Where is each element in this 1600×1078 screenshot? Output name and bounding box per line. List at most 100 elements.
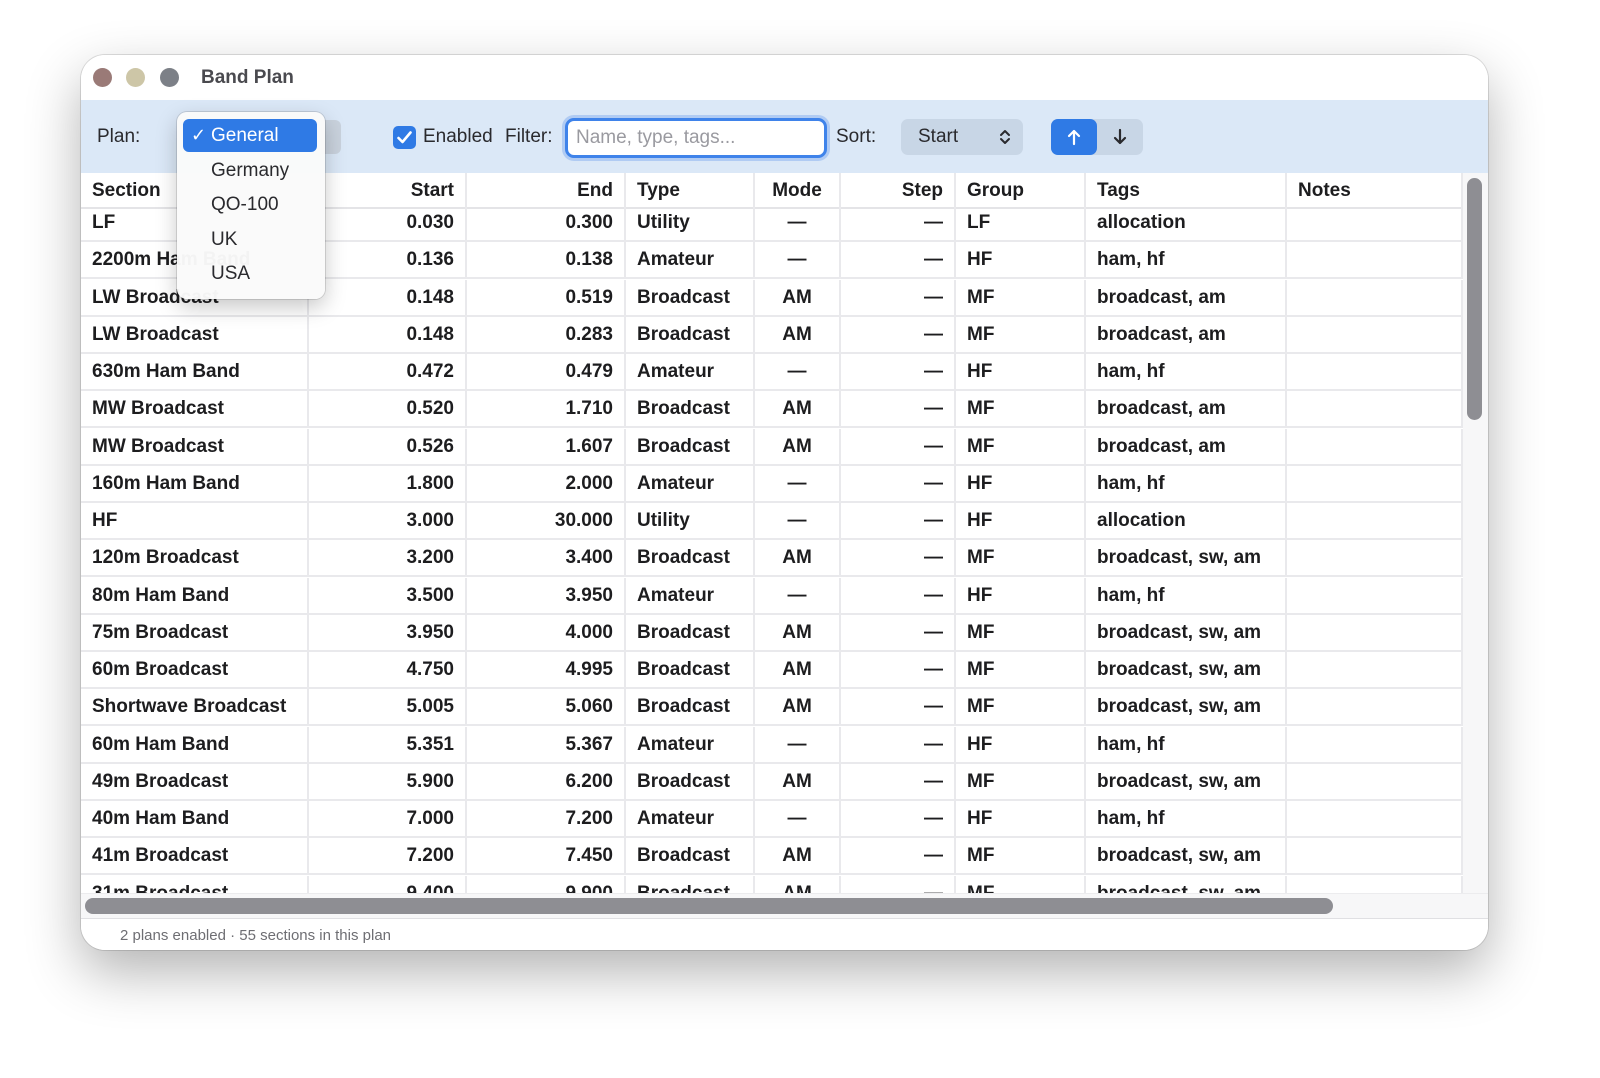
table-row[interactable]: 31m Broadcast 9.400 9.900 Broadcast AM — MF bro…: [81, 875, 1463, 893]
table-row[interactable]: HF 3.000 30.000 Utility — — HF allocation: [81, 503, 1463, 540]
cell-notes: [1287, 540, 1463, 576]
cell-notes: [1287, 428, 1463, 464]
cell-mode: AM: [755, 763, 841, 799]
cell-section: 31m Broadcast: [81, 875, 309, 893]
cell-start: 3.200: [309, 540, 467, 576]
cell-tags: allocation: [1086, 205, 1287, 240]
cell-notes: [1287, 242, 1463, 278]
plan-option-label: Germany: [211, 159, 290, 181]
cell-type: Broadcast: [626, 763, 755, 799]
cell-tags: ham, hf: [1086, 577, 1287, 613]
sort-select[interactable]: Start: [901, 119, 1023, 155]
cell-group: HF: [956, 503, 1086, 538]
column-header-mode[interactable]: Mode: [755, 173, 841, 207]
table-row[interactable]: 160m Ham Band 1.800 2.000 Amateur — — HF ham, h…: [81, 465, 1463, 503]
cell-tags: ham, hf: [1086, 801, 1287, 836]
cell-tags: broadcast, sw, am: [1086, 838, 1287, 874]
cell-tags: ham, hf: [1086, 354, 1287, 389]
table-row[interactable]: MW Broadcast 0.526 1.607 Broadcast AM — MF broa…: [81, 428, 1463, 466]
sort-ascending-button[interactable]: [1051, 119, 1097, 155]
column-header-start[interactable]: Start: [309, 173, 467, 207]
cell-mode: AM: [755, 838, 841, 874]
cell-type: Amateur: [626, 726, 755, 762]
cell-start: 0.136: [309, 242, 467, 278]
plan-option-general[interactable]: ✓ General: [183, 119, 317, 152]
cell-group: MF: [956, 428, 1086, 464]
table-row[interactable]: 80m Ham Band 3.500 3.950 Amateur — — HF ham, hf: [81, 577, 1463, 615]
plan-option-qo-100[interactable]: QO-100: [183, 188, 317, 221]
cell-notes: [1287, 205, 1463, 240]
cell-notes: [1287, 838, 1463, 874]
cell-group: HF: [956, 577, 1086, 613]
cell-section: 49m Broadcast: [81, 763, 309, 799]
cell-group: MF: [956, 316, 1086, 352]
filter-input[interactable]: [565, 118, 827, 158]
table-row[interactable]: Shortwave Broadcast 5.005 5.060 Broadcast AM…: [81, 689, 1463, 727]
cell-start: 0.148: [309, 316, 467, 352]
column-header-notes[interactable]: Notes: [1287, 173, 1463, 207]
table-row[interactable]: 60m Ham Band 5.351 5.367 Amateur — — HF ham, hf: [81, 726, 1463, 764]
table-row[interactable]: 630m Ham Band 0.472 0.479 Amateur — — HF ham, h…: [81, 354, 1463, 391]
zoom-window-button[interactable]: [160, 68, 179, 87]
cell-type: Amateur: [626, 354, 755, 389]
cell-tags: ham, hf: [1086, 726, 1287, 762]
cell-end: 0.519: [467, 279, 626, 315]
cell-end: 4.995: [467, 652, 626, 687]
cell-notes: [1287, 391, 1463, 427]
cell-mode: AM: [755, 540, 841, 576]
enabled-checkbox[interactable]: [393, 126, 416, 149]
column-header-tags[interactable]: Tags: [1086, 173, 1287, 207]
cell-step: —: [841, 279, 956, 315]
table-row[interactable]: 49m Broadcast 5.900 6.200 Broadcast AM — MF bro…: [81, 763, 1463, 801]
column-header-group[interactable]: Group: [956, 173, 1086, 207]
sort-descending-button[interactable]: [1097, 119, 1143, 155]
table-row[interactable]: MW Broadcast 0.520 1.710 Broadcast AM — MF broa…: [81, 391, 1463, 429]
vertical-scroll-thumb[interactable]: [1467, 178, 1482, 420]
cell-start: 5.005: [309, 689, 467, 725]
cell-mode: AM: [755, 875, 841, 893]
table-row[interactable]: 60m Broadcast 4.750 4.995 Broadcast AM — MF bro…: [81, 652, 1463, 689]
close-window-button[interactable]: [93, 68, 112, 87]
plan-option-uk[interactable]: UK: [183, 223, 317, 256]
cell-mode: AM: [755, 279, 841, 315]
cell-type: Broadcast: [626, 614, 755, 650]
cell-group: MF: [956, 540, 1086, 576]
cell-type: Amateur: [626, 465, 755, 501]
cell-end: 0.300: [467, 205, 626, 240]
table-row[interactable]: LW Broadcast 0.148 0.283 Broadcast AM — MF broa…: [81, 316, 1463, 354]
column-header-type[interactable]: Type: [626, 173, 755, 207]
cell-group: MF: [956, 652, 1086, 687]
cell-start: 0.520: [309, 391, 467, 427]
plan-label: Plan:: [97, 126, 141, 147]
cell-mode: —: [755, 503, 841, 538]
titlebar: Band Plan: [81, 55, 1488, 100]
table-row[interactable]: 75m Broadcast 3.950 4.000 Broadcast AM — MF bro…: [81, 614, 1463, 652]
horizontal-scroll-thumb[interactable]: [85, 898, 1333, 914]
minimize-window-button[interactable]: [126, 68, 145, 87]
cell-start: 0.030: [309, 205, 467, 240]
table-row[interactable]: 41m Broadcast 7.200 7.450 Broadcast AM — MF bro…: [81, 838, 1463, 876]
cell-mode: —: [755, 465, 841, 501]
cell-start: 5.900: [309, 763, 467, 799]
band-plan-window: Band Plan Plan: Enabled Filter: Sort: St…: [81, 55, 1488, 950]
cell-end: 4.000: [467, 614, 626, 650]
table-row[interactable]: 120m Broadcast 3.200 3.400 Broadcast AM — MF br…: [81, 540, 1463, 578]
cell-end: 30.000: [467, 503, 626, 538]
column-header-end[interactable]: End: [467, 173, 626, 207]
cell-mode: —: [755, 801, 841, 836]
cell-step: —: [841, 205, 956, 240]
table-row[interactable]: 40m Ham Band 7.000 7.200 Amateur — — HF ham, hf: [81, 801, 1463, 838]
cell-type: Broadcast: [626, 652, 755, 687]
cell-group: HF: [956, 354, 1086, 389]
plan-option-germany[interactable]: Germany: [183, 154, 317, 187]
plan-option-usa[interactable]: USA: [183, 257, 317, 290]
cell-step: —: [841, 838, 956, 874]
cell-start: 7.000: [309, 801, 467, 836]
plan-option-label: General: [211, 125, 279, 146]
column-header-step[interactable]: Step: [841, 173, 956, 207]
cell-start: 0.526: [309, 428, 467, 464]
cell-group: MF: [956, 875, 1086, 893]
arrow-down-icon: [1113, 128, 1127, 145]
cell-mode: AM: [755, 391, 841, 427]
cell-step: —: [841, 614, 956, 650]
